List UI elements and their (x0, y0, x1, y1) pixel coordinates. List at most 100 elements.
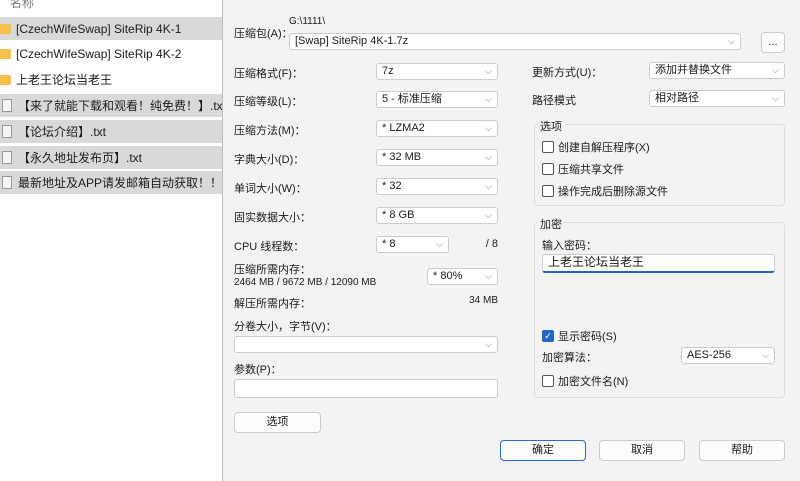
file-name: 上老王论坛当老王 (16, 73, 113, 88)
folder-icon (0, 74, 11, 85)
cpu-label: CPU 线程数： (234, 241, 305, 253)
update-value: 添加并替换文件 (655, 64, 732, 76)
password-label: 输入密码： (542, 240, 597, 252)
algo-value: AES-256 (687, 349, 732, 361)
solid-combo[interactable]: * 8 GB ⌵ (376, 207, 498, 224)
params-input[interactable] (234, 379, 498, 398)
format-combo[interactable]: 7z ⌵ (376, 63, 498, 80)
file-list-item[interactable]: 最新地址及APP请发邮箱自动获取！！！... (0, 171, 222, 195)
chevron-down-icon: ⌵ (485, 210, 492, 220)
checkbox-box (542, 375, 554, 387)
method-label: 压缩方法(M)： (234, 125, 306, 137)
mem-values: 2464 MB / 9672 MB / 12090 MB (234, 277, 377, 288)
level-combo[interactable]: 5 - 标准压缩 ⌵ (376, 91, 498, 108)
chevron-down-icon: ⌵ (772, 93, 779, 103)
mem-percent-combo[interactable]: * 80% ⌵ (427, 268, 498, 285)
archive-name-value: [Swap] SiteRip 4K-1.7z (295, 35, 409, 47)
encrypt-names-label: 加密文件名(N) (558, 376, 629, 388)
file-list-item[interactable]: 【来了就能下载和观看！纯免费！】.txt (0, 94, 222, 118)
algo-combo[interactable]: AES-256 ⌵ (681, 347, 775, 364)
archive-path: G:\1111\ (289, 16, 326, 27)
format-label: 压缩格式(F)： (234, 68, 304, 80)
file-name: 【论坛介绍】.txt (18, 124, 107, 139)
folder-icon (0, 49, 11, 60)
chevron-down-icon: ⌵ (485, 271, 492, 281)
chevron-down-icon: ⌵ (762, 350, 769, 360)
option-label: 压缩共享文件 (558, 164, 624, 176)
file-list-item[interactable]: 【论坛介绍】.txt (0, 119, 222, 143)
options-group-title: 选项 (538, 118, 564, 134)
checkbox-box (542, 163, 554, 175)
password-input[interactable]: 上老王论坛当老王 (542, 254, 775, 273)
volume-combo[interactable]: ⌵ (234, 336, 498, 353)
file-list-item[interactable]: [CzechWifeSwap] SiteRip 4K-1 (0, 17, 222, 40)
archive-label: 压缩包(A)： (234, 28, 293, 40)
decomp-label: 解压所需内存： (234, 298, 311, 310)
help-button[interactable]: 帮助 (699, 440, 785, 461)
chevron-down-icon: ⌵ (485, 181, 492, 191)
column-header-name[interactable]: 名称 (10, 0, 34, 11)
word-label: 单词大小(W)： (234, 183, 307, 195)
chevron-down-icon: ⌵ (485, 339, 492, 349)
format-value: 7z (382, 65, 394, 77)
add-to-archive-dialog: 压缩包(A)： G:\1111\ [Swap] SiteRip 4K-1.7z ⌵… (222, 0, 800, 481)
update-combo[interactable]: 添加并替换文件 ⌵ (649, 62, 785, 79)
solid-value: * 8 GB (382, 209, 415, 221)
file-name: 【永久地址发布页】.txt (18, 150, 143, 165)
chevron-down-icon: ⌵ (772, 65, 779, 75)
option-checkbox[interactable]: 操作完成后删除源文件 (542, 183, 668, 199)
file-name: 【来了就能下载和观看！纯免费！】.txt (18, 99, 222, 114)
ok-button[interactable]: 确定 (500, 440, 586, 461)
algo-label: 加密算法： (542, 352, 597, 364)
text-file-icon (2, 124, 12, 138)
cancel-button[interactable]: 取消 (599, 440, 685, 461)
file-list-item[interactable]: 上老王论坛当老王 (0, 68, 222, 91)
mem-percent-value: * 80% (433, 270, 463, 282)
dict-combo[interactable]: * 32 MB ⌵ (376, 149, 498, 166)
chevron-down-icon: ⌵ (485, 94, 492, 104)
option-label: 操作完成后删除源文件 (558, 186, 668, 198)
chevron-down-icon: ⌵ (436, 239, 443, 249)
level-label: 压缩等级(L)： (234, 96, 303, 108)
options-button[interactable]: 选项 (234, 412, 321, 433)
params-label: 参数(P)： (234, 364, 282, 376)
checkbox-box (542, 141, 554, 153)
option-checkbox[interactable]: 压缩共享文件 (542, 161, 624, 177)
checkmark-icon: ✓ (542, 330, 554, 342)
browse-button[interactable]: ... (761, 32, 785, 53)
file-name: [CzechWifeSwap] SiteRip 4K-1 (16, 21, 182, 36)
chevron-down-icon: ⌵ (728, 36, 735, 46)
chevron-down-icon: ⌵ (485, 123, 492, 133)
checkbox-box (542, 185, 554, 197)
file-name: [CzechWifeSwap] SiteRip 4K-2 (16, 47, 182, 62)
cpu-combo[interactable]: * 8 ⌵ (376, 236, 449, 253)
archive-name-combo[interactable]: [Swap] SiteRip 4K-1.7z ⌵ (289, 33, 741, 50)
file-list-panel: 名称 [CzechWifeSwap] SiteRip 4K-1 [CzechWif… (0, 0, 222, 481)
encrypt-group-title: 加密 (538, 216, 564, 232)
volume-label: 分卷大小，字节(V)： (234, 321, 337, 333)
chevron-down-icon: ⌵ (485, 66, 492, 76)
solid-label: 固实数据大小： (234, 212, 311, 224)
dict-value: * 32 MB (382, 151, 422, 163)
show-password-label: 显示密码(S) (558, 331, 617, 343)
option-checkbox[interactable]: 创建自解压程序(X) (542, 139, 650, 155)
chevron-down-icon: ⌵ (485, 152, 492, 162)
dict-label: 字典大小(D)： (234, 154, 305, 166)
cpu-max: / 8 (485, 238, 498, 250)
file-list-item[interactable]: 【永久地址发布页】.txt (0, 145, 222, 169)
file-name: 最新地址及APP请发邮箱自动获取！！！... (18, 176, 222, 191)
word-combo[interactable]: * 32 ⌵ (376, 178, 498, 195)
method-value: * LZMA2 (382, 122, 425, 134)
folder-icon (0, 23, 11, 34)
text-file-icon (2, 99, 12, 113)
file-list-item[interactable]: [CzechWifeSwap] SiteRip 4K-2 (0, 43, 222, 66)
path-combo[interactable]: 相对路径 ⌵ (649, 90, 785, 107)
option-label: 创建自解压程序(X) (558, 142, 650, 154)
method-combo[interactable]: * LZMA2 ⌵ (376, 120, 498, 137)
path-value: 相对路径 (655, 92, 699, 104)
show-password-checkbox[interactable]: ✓ 显示密码(S) (542, 328, 617, 344)
mem-label: 压缩所需内存： (234, 264, 311, 276)
path-label: 路径模式 (532, 95, 576, 107)
encrypt-names-checkbox[interactable]: 加密文件名(N) (542, 373, 628, 389)
word-value: * 32 (382, 180, 402, 192)
